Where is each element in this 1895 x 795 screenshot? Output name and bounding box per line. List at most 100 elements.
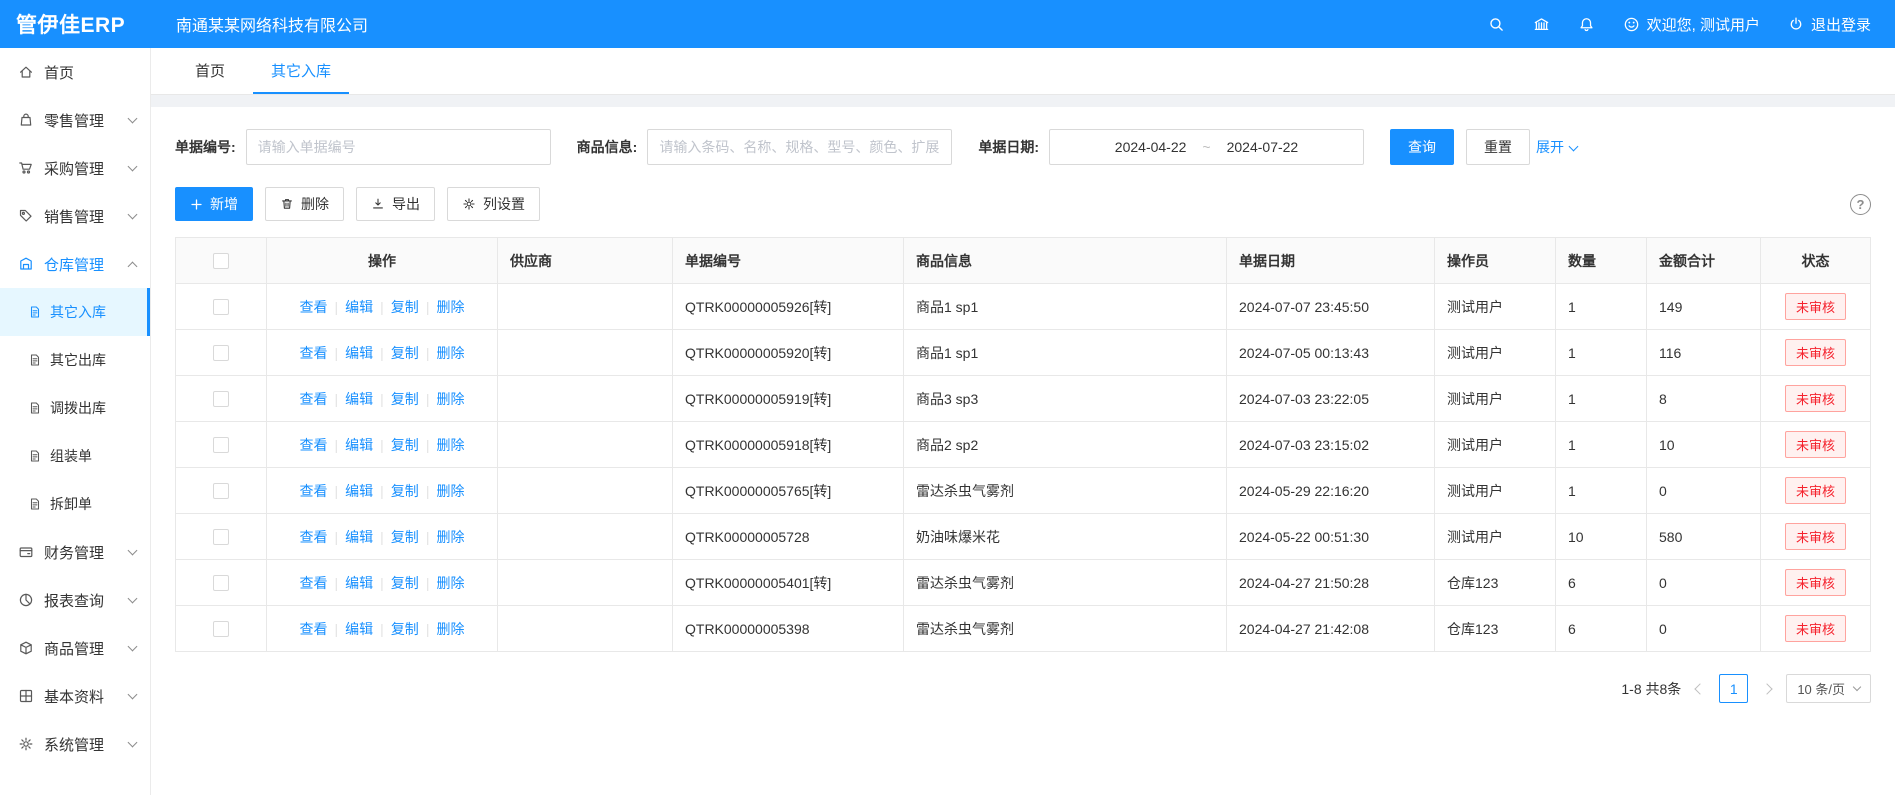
logout-button[interactable]: 退出登录 (1788, 14, 1871, 35)
sidebar-subitem-other-outbound[interactable]: 其它出库 (0, 336, 150, 384)
row-action-copy[interactable]: 复制 (391, 527, 419, 547)
row-action-edit[interactable]: 编辑 (345, 389, 373, 409)
help-icon[interactable]: ? (1850, 194, 1871, 215)
bank-icon[interactable] (1533, 16, 1550, 33)
delete-button[interactable]: 删除 (265, 187, 344, 221)
row-action-view[interactable]: 查看 (300, 435, 328, 455)
sidebar-item-home[interactable]: 首页 (0, 48, 150, 96)
document-icon (28, 449, 42, 463)
row-action-copy[interactable]: 复制 (391, 573, 419, 593)
sidebar-item-label: 商品管理 (44, 638, 104, 659)
row-checkbox[interactable] (213, 437, 229, 453)
cell-quantity: 10 (1556, 514, 1647, 560)
row-action-view[interactable]: 查看 (300, 343, 328, 363)
pagination: 1-8 共8条 1 10 条/页 (175, 674, 1871, 703)
add-button[interactable]: 新增 (175, 187, 253, 221)
page-size-select[interactable]: 10 条/页 (1786, 674, 1871, 703)
welcome-user-button[interactable]: 欢迎您, 测试用户 (1623, 14, 1760, 35)
cell-bill-date: 2024-04-27 21:50:28 (1227, 560, 1435, 606)
row-action-edit[interactable]: 编辑 (345, 573, 373, 593)
table-row: 查看|编辑|复制|删除QTRK00000005926[转]商品1 sp12024… (176, 284, 1871, 330)
page-number-button[interactable]: 1 (1719, 674, 1748, 703)
row-action-view[interactable]: 查看 (300, 481, 328, 501)
row-action-view[interactable]: 查看 (300, 527, 328, 547)
expand-filters-link[interactable]: 展开 (1536, 137, 1577, 157)
sidebar-item-report[interactable]: 报表查询 (0, 576, 150, 624)
row-action-copy[interactable]: 复制 (391, 435, 419, 455)
row-checkbox[interactable] (213, 299, 229, 315)
row-action-copy[interactable]: 复制 (391, 343, 419, 363)
page-size-value: 10 条/页 (1797, 679, 1845, 698)
sidebar-subitem-assembly-order[interactable]: 组装单 (0, 432, 150, 480)
cell-product-info: 雷达杀虫气雾剂 (904, 468, 1227, 514)
row-action-copy[interactable]: 复制 (391, 619, 419, 639)
row-action-copy[interactable]: 复制 (391, 297, 419, 317)
cell-operator: 仓库123 (1435, 560, 1556, 606)
sidebar-item-finance[interactable]: 财务管理 (0, 528, 150, 576)
row-action-delete[interactable]: 删除 (436, 389, 464, 409)
row-checkbox[interactable] (213, 483, 229, 499)
row-action-delete[interactable]: 删除 (436, 481, 464, 501)
cell-operator: 测试用户 (1435, 514, 1556, 560)
tab-other-inbound[interactable]: 其它入库 (253, 48, 349, 94)
export-button[interactable]: 导出 (356, 187, 435, 221)
sidebar-item-system[interactable]: 系统管理 (0, 720, 150, 768)
row-action-edit[interactable]: 编辑 (345, 527, 373, 547)
row-checkbox[interactable] (213, 575, 229, 591)
search-icon[interactable] (1488, 16, 1505, 33)
sidebar-subitem-other-inbound[interactable]: 其它入库 (0, 288, 150, 336)
row-action-view[interactable]: 查看 (300, 573, 328, 593)
date-from-value[interactable]: 2024-04-22 (1115, 139, 1187, 155)
row-action-delete[interactable]: 删除 (436, 573, 464, 593)
row-action-edit[interactable]: 编辑 (345, 435, 373, 455)
row-action-delete[interactable]: 删除 (436, 435, 464, 455)
sidebar-item-purchase[interactable]: 采购管理 (0, 144, 150, 192)
date-range-picker[interactable]: 2024-04-22 ~ 2024-07-22 (1049, 129, 1364, 165)
row-action-edit[interactable]: 编辑 (345, 297, 373, 317)
row-action-delete[interactable]: 删除 (436, 527, 464, 547)
tab-home[interactable]: 首页 (177, 48, 243, 94)
sidebar-item-sales[interactable]: 销售管理 (0, 192, 150, 240)
column-header: 供应商 (498, 238, 673, 284)
search-button[interactable]: 查询 (1390, 129, 1454, 165)
sidebar-item-retail[interactable]: 零售管理 (0, 96, 150, 144)
sidebar-item-basic-data[interactable]: 基本资料 (0, 672, 150, 720)
basic-icon (18, 688, 34, 704)
row-action-delete[interactable]: 删除 (436, 343, 464, 363)
column-settings-button[interactable]: 列设置 (447, 187, 540, 221)
sidebar-subitem-transfer-outbound[interactable]: 调拨出库 (0, 384, 150, 432)
status-badge: 未审核 (1785, 569, 1846, 596)
bill-no-input[interactable] (246, 129, 551, 165)
date-to-value[interactable]: 2024-07-22 (1227, 139, 1299, 155)
row-action-edit[interactable]: 编辑 (345, 481, 373, 501)
row-action-delete[interactable]: 删除 (436, 619, 464, 639)
row-checkbox[interactable] (213, 529, 229, 545)
select-all-checkbox[interactable] (213, 253, 229, 269)
sidebar-item-warehouse[interactable]: 仓库管理 (0, 240, 150, 288)
row-action-copy[interactable]: 复制 (391, 389, 419, 409)
row-action-view[interactable]: 查看 (300, 297, 328, 317)
sidebar-subitem-disassembly-order[interactable]: 拆卸单 (0, 480, 150, 528)
sidebar-item-product[interactable]: 商品管理 (0, 624, 150, 672)
row-checkbox[interactable] (213, 621, 229, 637)
row-action-delete[interactable]: 删除 (436, 297, 464, 317)
next-page-icon[interactable] (1760, 685, 1774, 693)
row-action-view[interactable]: 查看 (300, 619, 328, 639)
row-checkbox[interactable] (213, 345, 229, 361)
chevron-down-icon (129, 599, 140, 602)
product-info-input[interactable] (647, 129, 952, 165)
row-action-edit[interactable]: 编辑 (345, 619, 373, 639)
row-action-copy[interactable]: 复制 (391, 481, 419, 501)
report-icon (18, 592, 34, 608)
reset-button[interactable]: 重置 (1466, 129, 1530, 165)
bell-icon[interactable] (1578, 16, 1595, 33)
cell-quantity: 6 (1556, 606, 1647, 652)
status-badge: 未审核 (1785, 385, 1846, 412)
cell-quantity: 1 (1556, 468, 1647, 514)
cell-quantity: 1 (1556, 330, 1647, 376)
row-action-edit[interactable]: 编辑 (345, 343, 373, 363)
action-separator: | (426, 437, 430, 453)
row-checkbox[interactable] (213, 391, 229, 407)
prev-page-icon[interactable] (1693, 685, 1707, 693)
row-action-view[interactable]: 查看 (300, 389, 328, 409)
